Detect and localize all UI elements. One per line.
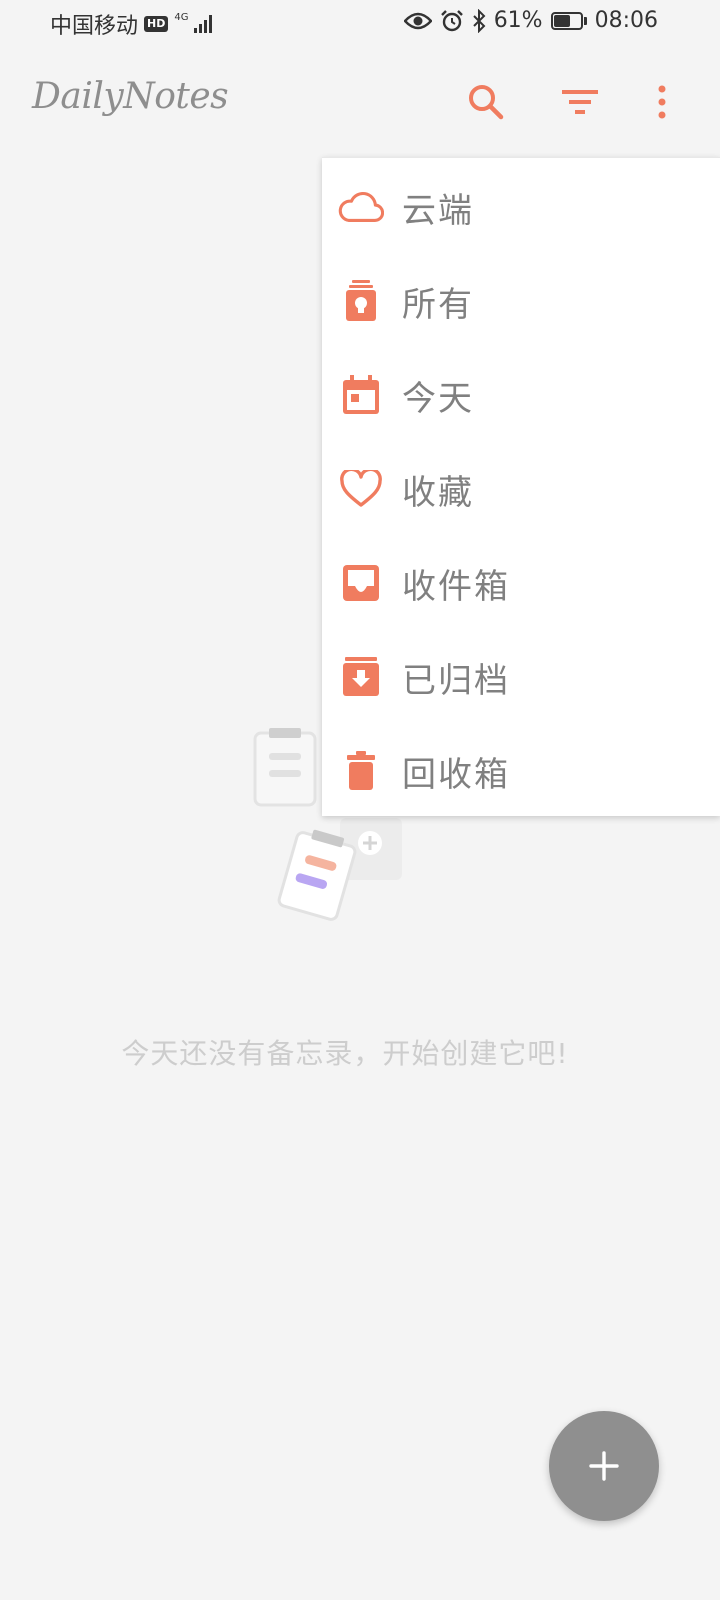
menu-item-today[interactable]: 今天 xyxy=(322,348,720,442)
menu-item-label: 所有 xyxy=(402,284,474,325)
battery-percent: 61% xyxy=(493,8,543,33)
menu-item-inbox[interactable]: 收件箱 xyxy=(322,536,720,630)
menu-item-label: 收件箱 xyxy=(402,566,510,607)
menu-item-label: 云端 xyxy=(402,190,474,231)
bluetooth-icon xyxy=(472,8,486,33)
menu-item-all[interactable]: 所有 xyxy=(322,254,720,348)
alarm-icon xyxy=(440,9,463,31)
trash-icon xyxy=(338,748,384,794)
filter-icon xyxy=(562,90,598,114)
status-left: 中国移动 HD 4G xyxy=(50,8,213,40)
search-icon xyxy=(469,85,504,120)
battery-icon xyxy=(550,11,587,30)
menu-item-label: 今天 xyxy=(402,378,474,419)
hd-badge: HD xyxy=(144,16,169,32)
empty-state-message: 今天还没有备忘录，开始创建它吧! xyxy=(121,1037,569,1070)
heart-icon xyxy=(338,466,384,512)
filter-dropdown-menu: 云端 所有 今天 收藏 收件箱 已归档 回收箱 xyxy=(322,157,720,816)
archive-icon xyxy=(338,654,384,700)
signal-icon xyxy=(194,15,213,33)
plus-icon xyxy=(589,1451,619,1481)
menu-item-cloud[interactable]: 云端 xyxy=(322,160,720,254)
inbox-icon xyxy=(338,560,384,606)
app-bar: DailyNotes xyxy=(0,60,720,144)
menu-item-trash[interactable]: 回收箱 xyxy=(322,724,720,818)
search-button[interactable] xyxy=(458,74,514,130)
menu-item-label: 回收箱 xyxy=(402,754,510,795)
calendar-today-icon xyxy=(338,372,384,418)
status-right: 61% 08:06 xyxy=(403,8,658,33)
clock: 08:06 xyxy=(594,8,658,33)
app-title: DailyNotes xyxy=(32,76,229,117)
menu-item-label: 收藏 xyxy=(402,472,474,513)
status-bar: 中国移动 HD 4G 61% 08:06 xyxy=(0,0,720,48)
menu-item-label: 已归档 xyxy=(402,660,510,701)
menu-item-favorites[interactable]: 收藏 xyxy=(322,442,720,536)
cloud-icon xyxy=(338,184,384,230)
more-vert-icon xyxy=(658,85,666,119)
eye-icon xyxy=(403,12,432,29)
all-notes-icon xyxy=(338,278,384,324)
filter-button[interactable] xyxy=(552,74,608,130)
network-type-label: 4G xyxy=(174,11,189,23)
carrier-label: 中国移动 xyxy=(50,14,139,39)
add-note-button[interactable] xyxy=(549,1411,659,1521)
menu-item-archived[interactable]: 已归档 xyxy=(322,630,720,724)
more-options-button[interactable] xyxy=(634,74,690,130)
